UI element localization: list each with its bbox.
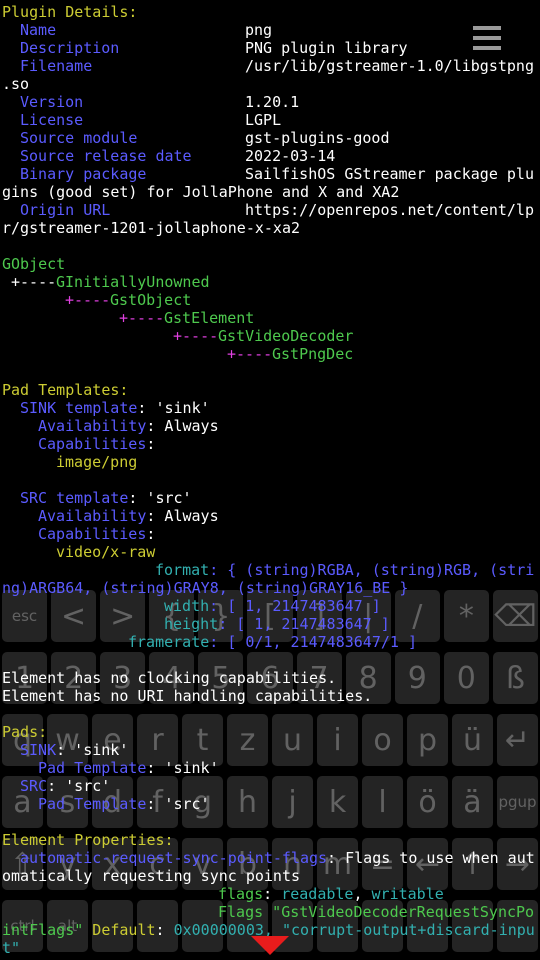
pads-sink-label: SINK bbox=[20, 741, 57, 759]
hierarchy-level-5: GstPngDec bbox=[272, 345, 354, 363]
binary-package-value: SailfishOS GStreamer package plu bbox=[245, 165, 534, 183]
property-name: automatic-request-sync-point-flags bbox=[20, 849, 328, 867]
pads-sink-template-label: Pad Template bbox=[38, 759, 147, 777]
hierarchy-branch-4: +---- bbox=[173, 327, 219, 345]
license-value: LGPL bbox=[245, 111, 282, 129]
property-description: : Flags to use when aut bbox=[327, 849, 535, 867]
format-value: : { (string)RGBA, (string)RGB, (stri bbox=[209, 561, 535, 579]
flags-type: Flags "GstVideoDecoderRequestSyncPo bbox=[218, 903, 535, 921]
version-label: Version bbox=[20, 93, 84, 111]
origin-url-wrap: r/gstreamer-1201-jollaphone-x-xa2 bbox=[2, 219, 301, 237]
hierarchy-root: GObject bbox=[2, 255, 66, 273]
default-sep: : bbox=[155, 921, 174, 939]
source-module-value: gst-plugins-good bbox=[245, 129, 390, 147]
hierarchy-level-3: GstElement bbox=[164, 309, 255, 327]
hierarchy-branch-2: +---- bbox=[65, 291, 111, 309]
sink-caps: image/png bbox=[56, 453, 138, 471]
framerate-label: framerate bbox=[128, 633, 210, 651]
src-template-value: : 'src' bbox=[128, 489, 192, 507]
version-value: 1.20.1 bbox=[245, 93, 300, 111]
hierarchy-branch-3: +---- bbox=[119, 309, 165, 327]
height-label: height bbox=[164, 615, 219, 633]
pads-src-template-value: : 'src' bbox=[146, 795, 210, 813]
format-label: format bbox=[155, 561, 210, 579]
element-properties-heading: Element Properties: bbox=[2, 831, 174, 849]
binary-package-label: Binary package bbox=[20, 165, 147, 183]
property-description-wrap: omatically requesting sync points bbox=[2, 867, 301, 885]
hierarchy-level-1: GInitiallyUnowned bbox=[56, 273, 210, 291]
format-wrap: ng)ARGB64, (string)GRAY8, (string)GRAY16… bbox=[2, 579, 409, 597]
description-label: Description bbox=[20, 39, 120, 57]
sink-template-value: : 'sink' bbox=[137, 399, 210, 417]
flags-comma: , bbox=[353, 885, 372, 903]
hierarchy-branch-5: +---- bbox=[227, 345, 273, 363]
pads-heading: Pads: bbox=[2, 723, 48, 741]
flags-sep: : bbox=[263, 885, 282, 903]
hierarchy-branch-1: +---- bbox=[11, 273, 57, 291]
filename-wrap: .so bbox=[2, 75, 30, 93]
uri-text: Element has no URI handling capabilities… bbox=[2, 687, 373, 705]
name-label: Name bbox=[20, 21, 57, 39]
width-value: : [ 1, 2147483647 ] bbox=[209, 597, 381, 615]
binary-package-wrap: gins (good set) for JollaPhone and X and… bbox=[2, 183, 400, 201]
src-availability-label: Availability bbox=[38, 507, 147, 525]
release-date-value: 2022-03-14 bbox=[245, 147, 336, 165]
source-module-label: Source module bbox=[20, 129, 138, 147]
plugin-details-heading: Plugin Details: bbox=[2, 3, 138, 21]
src-template-label: SRC template bbox=[20, 489, 129, 507]
filename-value: /usr/lib/gstreamer-1.0/libgstpng bbox=[245, 57, 534, 75]
src-capabilities-label: Capabilities bbox=[38, 525, 147, 543]
framerate-value: : [ 0/1, 2147483647/1 ] bbox=[209, 633, 417, 651]
name-value: png bbox=[245, 21, 273, 39]
src-availability-value: : Always bbox=[146, 507, 219, 525]
origin-url-label: Origin URL bbox=[20, 201, 111, 219]
sink-availability-label: Availability bbox=[38, 417, 147, 435]
hide-keyboard-icon[interactable] bbox=[251, 936, 289, 955]
hierarchy-level-4: GstVideoDecoder bbox=[218, 327, 354, 345]
origin-url-value: https://openrepos.net/content/lp bbox=[245, 201, 534, 219]
menu-icon[interactable] bbox=[473, 26, 501, 52]
release-date-label: Source release date bbox=[20, 147, 192, 165]
sink-capabilities-label: Capabilities bbox=[38, 435, 147, 453]
pads-sink-template-value: : 'sink' bbox=[146, 759, 219, 777]
height-value: : [ 1, 2147483647 ] bbox=[218, 615, 390, 633]
default-value-wrap: t" bbox=[2, 939, 21, 957]
description-value: PNG plugin library bbox=[245, 39, 408, 57]
pads-src-value: : 'src' bbox=[47, 777, 111, 795]
pad-templates-heading: Pad Templates: bbox=[2, 381, 129, 399]
license-label: License bbox=[20, 111, 84, 129]
src-caps: video/x-raw bbox=[56, 543, 156, 561]
default-value: 0x00000003, "corrupt-output+discard-inpu bbox=[173, 921, 535, 939]
flags-writable: writable bbox=[371, 885, 444, 903]
default-label: Default bbox=[83, 921, 156, 939]
filename-label: Filename bbox=[20, 57, 93, 75]
terminal-output: Plugin Details: Name png Description PNG p… bbox=[2, 3, 535, 957]
clocking-text: Element has no clocking capabilities. bbox=[2, 669, 337, 687]
pads-sink-value: : 'sink' bbox=[56, 741, 129, 759]
flags-readable: readable bbox=[281, 885, 354, 903]
flags-label: flags bbox=[218, 885, 264, 903]
flags-type-wrap: intFlags" bbox=[2, 921, 84, 939]
sink-availability-value: : Always bbox=[146, 417, 219, 435]
sink-template-label: SINK template bbox=[20, 399, 138, 417]
pads-src-label: SRC bbox=[20, 777, 48, 795]
width-label: width bbox=[164, 597, 210, 615]
hierarchy-level-2: GstObject bbox=[110, 291, 192, 309]
pads-src-template-label: Pad Template bbox=[38, 795, 147, 813]
